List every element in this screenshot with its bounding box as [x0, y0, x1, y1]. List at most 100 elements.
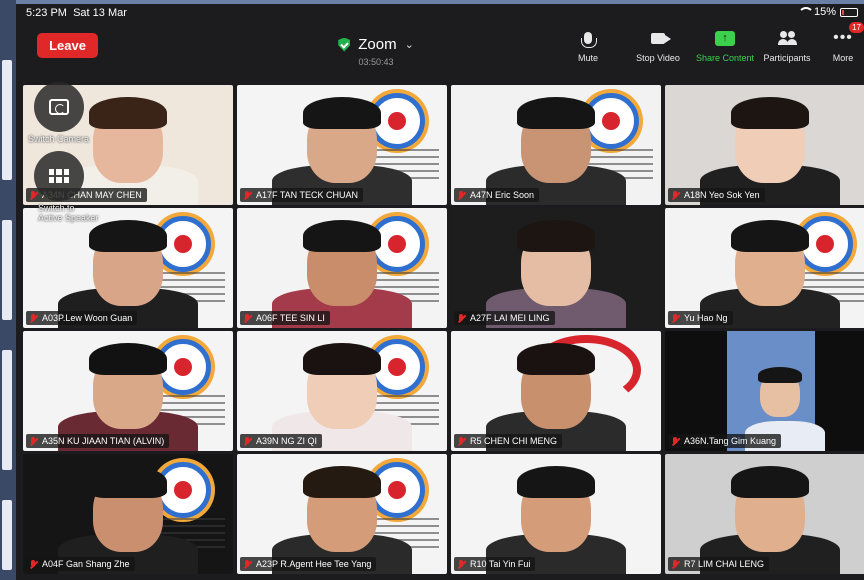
participant-hair: [758, 367, 802, 383]
participant-name: R10 Tai Yin Fui: [470, 559, 531, 569]
participant-hair: [517, 97, 595, 129]
participant-name-tag: R10 Tai Yin Fui: [454, 557, 536, 571]
meeting-toolbar: Leave Zoom ⌄ 03:50:43 Mute Stop Video ↑ …: [16, 22, 864, 84]
muted-microphone-icon: [671, 313, 680, 323]
participant-tile[interactable]: R10 Tai Yin Fui: [451, 454, 661, 574]
participant-name: A39N NG ZI QI: [256, 436, 318, 446]
participant-name-tag: A03P.Lew Woon Guan: [26, 311, 138, 325]
participant-name-tag: A18N Yeo Sok Yen: [668, 188, 765, 202]
switch-speaker-label: Switch to Active Speaker: [38, 203, 99, 223]
participant-name-tag: A36N.Tang Gim Kuang: [668, 434, 782, 448]
muted-microphone-icon: [243, 313, 252, 323]
more-dots-icon: •••: [833, 29, 853, 46]
participant-tile[interactable]: A39N NG ZI QI: [237, 331, 447, 451]
microphone-icon: [581, 32, 597, 48]
participant-name-tag: A47N Eric Soon: [454, 188, 540, 202]
participant-hair: [517, 343, 595, 375]
participant-name-tag: Yu Hao Ng: [668, 311, 733, 325]
participant-name-tag: A23P R.Agent Hee Tee Yang: [240, 557, 377, 571]
participants-label: Participants: [763, 53, 811, 63]
participant-name: A03P.Lew Woon Guan: [42, 313, 133, 323]
participant-name: A35N KU JIAAN TIAN (ALVIN): [42, 436, 165, 446]
stop-video-button[interactable]: Stop Video: [628, 28, 688, 63]
participant-tile[interactable]: A35N KU JIAAN TIAN (ALVIN): [23, 331, 233, 451]
stop-video-label: Stop Video: [636, 53, 680, 63]
muted-microphone-icon: [457, 559, 466, 569]
participant-tile[interactable]: A23P R.Agent Hee Tee Yang: [237, 454, 447, 574]
muted-microphone-icon: [29, 436, 38, 446]
device-left-edge: [0, 0, 16, 580]
participant-name: A17F TAN TECK CHUAN: [256, 190, 359, 200]
wifi-icon: [797, 7, 814, 17]
participant-hair: [517, 220, 595, 252]
security-shield-icon: [338, 37, 351, 52]
battery-icon: [840, 7, 858, 17]
participant-hair: [731, 466, 809, 498]
muted-microphone-icon: [243, 559, 252, 569]
participant-hair: [303, 97, 381, 129]
participant-tile[interactable]: R5 CHEN CHI MENG: [451, 331, 661, 451]
participant-hair: [303, 466, 381, 498]
participant-hair: [731, 220, 809, 252]
participant-name: A04F Gan Shang Zhe: [42, 559, 130, 569]
video-gallery: A34N CHAN MAY CHEN A17F TAN TECK CHUAN A47…: [23, 85, 864, 577]
participant-hair: [89, 343, 167, 375]
meeting-duration: 03:50:43: [358, 57, 394, 67]
participant-tile[interactable]: R7 LIM CHAI LENG: [665, 454, 864, 574]
participant-hair: [89, 466, 167, 498]
participant-name: A06F TEE SIN LI: [256, 313, 325, 323]
meeting-title[interactable]: Zoom ⌄ 03:50:43: [296, 36, 456, 67]
participant-tile[interactable]: A27F LAI MEI LING: [451, 208, 661, 328]
mute-label: Mute: [577, 53, 598, 63]
status-bar: 5:23 PM Sat 13 Mar 15%: [16, 4, 864, 22]
muted-microphone-icon: [671, 559, 680, 569]
muted-microphone-icon: [29, 559, 38, 569]
battery-percent: 15%: [813, 6, 836, 18]
participant-name: A18N Yeo Sok Yen: [684, 190, 760, 200]
participant-name-tag: A06F TEE SIN LI: [240, 311, 330, 325]
chevron-down-icon: ⌄: [404, 39, 414, 51]
participant-name-tag: A27F LAI MEI LING: [454, 311, 555, 325]
zoom-screen: 5:23 PM Sat 13 Mar 15% Leave Zoom ⌄ 03:5…: [16, 4, 864, 580]
muted-microphone-icon: [29, 190, 38, 200]
participant-hair: [517, 466, 595, 498]
participant-hair: [731, 97, 809, 129]
participant-tile[interactable]: A17F TAN TECK CHUAN: [237, 85, 447, 205]
status-time: 5:23 PM Sat 13 Mar: [26, 7, 127, 19]
muted-microphone-icon: [457, 190, 466, 200]
participant-hair: [89, 220, 167, 252]
leave-button[interactable]: Leave: [37, 33, 98, 58]
participant-tile[interactable]: Yu Hao Ng: [665, 208, 864, 328]
more-button[interactable]: ••• 17 More: [828, 22, 864, 63]
participant-tile[interactable]: A06F TEE SIN LI: [237, 208, 447, 328]
muted-microphone-icon: [457, 436, 466, 446]
muted-microphone-icon: [29, 313, 38, 323]
share-arrow-icon: ↑: [715, 30, 735, 46]
participant-name-tag: A35N KU JIAAN TIAN (ALVIN): [26, 434, 170, 448]
speaker-view-icon: [49, 169, 69, 183]
participant-hair: [89, 97, 167, 129]
participant-tile[interactable]: A47N Eric Soon: [451, 85, 661, 205]
participant-name: Yu Hao Ng: [684, 313, 728, 323]
notification-badge: 17: [849, 22, 864, 33]
mute-button[interactable]: Mute: [568, 28, 608, 63]
participant-name: R7 LIM CHAI LENG: [684, 559, 765, 569]
participant-tile[interactable]: A36N.Tang Gim Kuang: [665, 331, 864, 451]
app-title: Zoom: [358, 36, 397, 53]
participant-hair: [303, 220, 381, 252]
participant-tile[interactable]: A04F Gan Shang Zhe: [23, 454, 233, 574]
participant-name: R5 CHEN CHI MENG: [470, 436, 558, 446]
participant-name-tag: A04F Gan Shang Zhe: [26, 557, 135, 571]
participant-name-tag: A17F TAN TECK CHUAN: [240, 188, 364, 202]
muted-microphone-icon: [243, 190, 252, 200]
share-content-button[interactable]: ↑ Share Content: [692, 28, 758, 63]
participants-button[interactable]: Participants: [758, 28, 816, 63]
switch-active-speaker-button[interactable]: [34, 151, 84, 201]
share-content-label: Share Content: [695, 53, 755, 63]
switch-camera-button[interactable]: [34, 82, 84, 132]
participant-name-tag: R7 LIM CHAI LENG: [668, 557, 770, 571]
muted-microphone-icon: [671, 190, 680, 200]
participant-tile[interactable]: A18N Yeo Sok Yen: [665, 85, 864, 205]
participant-tile[interactable]: A03P.Lew Woon Guan: [23, 208, 233, 328]
participant-hair: [303, 343, 381, 375]
